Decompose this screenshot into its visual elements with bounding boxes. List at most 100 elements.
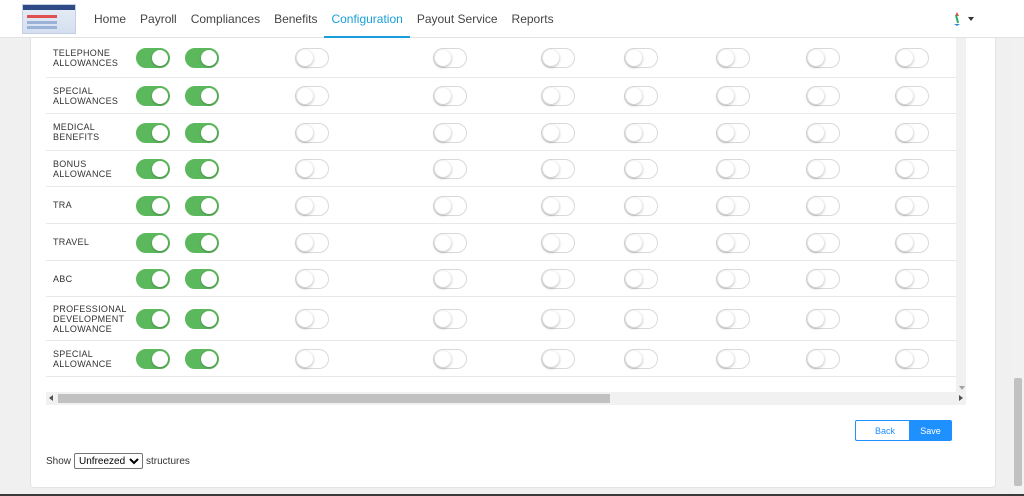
toggle-switch[interactable] xyxy=(716,309,750,329)
toggle-switch[interactable] xyxy=(541,159,575,179)
toggle-switch[interactable] xyxy=(295,309,329,329)
nav-item-compliances[interactable]: Compliances xyxy=(184,0,267,38)
toggle-switch[interactable] xyxy=(185,48,219,68)
toggle-switch[interactable] xyxy=(433,123,467,143)
toggle-switch[interactable] xyxy=(136,269,170,289)
company-logo[interactable] xyxy=(22,4,76,34)
nav-item-payroll[interactable]: Payroll xyxy=(133,0,184,38)
toggle-switch[interactable] xyxy=(895,123,929,143)
toggle-switch[interactable] xyxy=(136,48,170,68)
toggle-switch[interactable] xyxy=(895,233,929,253)
toggle-switch[interactable] xyxy=(433,309,467,329)
toggle-switch[interactable] xyxy=(433,86,467,106)
back-button[interactable]: Back xyxy=(855,420,915,441)
toggle-switch[interactable] xyxy=(716,233,750,253)
toggle-switch[interactable] xyxy=(433,349,467,369)
toggle-switch[interactable] xyxy=(716,196,750,216)
toggle-switch[interactable] xyxy=(895,349,929,369)
toggle-switch[interactable] xyxy=(433,48,467,68)
toggle-switch[interactable] xyxy=(136,349,170,369)
toggle-switch[interactable] xyxy=(806,123,840,143)
toggle-switch[interactable] xyxy=(185,123,219,143)
toggle-switch[interactable] xyxy=(895,159,929,179)
table-horizontal-scrollbar[interactable] xyxy=(46,392,966,405)
toggle-switch[interactable] xyxy=(185,196,219,216)
toggle-switch[interactable] xyxy=(895,309,929,329)
toggle-switch[interactable] xyxy=(295,86,329,106)
toggle-switch[interactable] xyxy=(895,86,929,106)
toggle-switch[interactable] xyxy=(295,123,329,143)
table-vertical-scrollbar[interactable] xyxy=(956,38,966,393)
toggle-switch[interactable] xyxy=(295,269,329,289)
scroll-left-arrow-icon[interactable] xyxy=(49,395,53,401)
toggle-switch[interactable] xyxy=(806,269,840,289)
toggle-switch[interactable] xyxy=(895,269,929,289)
nav-item-payout-service[interactable]: Payout Service xyxy=(410,0,505,38)
structure-filter-select[interactable]: Unfreezed xyxy=(74,453,144,469)
toggle-switch[interactable] xyxy=(716,86,750,106)
toggle-switch[interactable] xyxy=(716,48,750,68)
toggle-switch[interactable] xyxy=(624,349,658,369)
toggle-switch[interactable] xyxy=(136,196,170,216)
toggle-switch[interactable] xyxy=(136,159,170,179)
page-vertical-scrollbar[interactable] xyxy=(1012,38,1024,496)
toggle-switch[interactable] xyxy=(806,159,840,179)
toggle-switch[interactable] xyxy=(716,123,750,143)
toggle-switch[interactable] xyxy=(624,48,658,68)
toggle-switch[interactable] xyxy=(136,86,170,106)
horizontal-scroll-thumb[interactable] xyxy=(58,394,610,403)
toggle-switch[interactable] xyxy=(624,233,658,253)
toggle-switch[interactable] xyxy=(433,269,467,289)
user-logo-icon[interactable] xyxy=(952,12,962,26)
toggle-switch[interactable] xyxy=(185,159,219,179)
toggle-switch[interactable] xyxy=(716,159,750,179)
toggle-switch[interactable] xyxy=(185,269,219,289)
toggle-switch[interactable] xyxy=(136,123,170,143)
save-button[interactable]: Save xyxy=(909,420,952,441)
toggle-switch[interactable] xyxy=(541,269,575,289)
nav-item-benefits[interactable]: Benefits xyxy=(267,0,324,38)
toggle-switch[interactable] xyxy=(295,196,329,216)
toggle-switch[interactable] xyxy=(433,159,467,179)
toggle-switch[interactable] xyxy=(185,233,219,253)
toggle-switch[interactable] xyxy=(624,309,658,329)
toggle-switch[interactable] xyxy=(295,48,329,68)
toggle-switch[interactable] xyxy=(136,309,170,329)
toggle-switch[interactable] xyxy=(624,123,658,143)
toggle-switch[interactable] xyxy=(541,233,575,253)
toggle-switch[interactable] xyxy=(541,349,575,369)
toggle-switch[interactable] xyxy=(806,349,840,369)
toggle-switch[interactable] xyxy=(185,349,219,369)
toggle-switch[interactable] xyxy=(185,86,219,106)
toggle-switch[interactable] xyxy=(295,159,329,179)
toggle-switch[interactable] xyxy=(716,349,750,369)
toggle-switch[interactable] xyxy=(716,269,750,289)
toggle-switch[interactable] xyxy=(624,196,658,216)
nav-item-home[interactable]: Home xyxy=(94,0,133,38)
scroll-down-arrow-icon[interactable] xyxy=(959,386,965,390)
toggle-switch[interactable] xyxy=(541,48,575,68)
toggle-switch[interactable] xyxy=(895,196,929,216)
nav-item-reports[interactable]: Reports xyxy=(505,0,561,38)
toggle-switch[interactable] xyxy=(433,196,467,216)
toggle-switch[interactable] xyxy=(624,86,658,106)
toggle-switch[interactable] xyxy=(806,309,840,329)
toggle-switch[interactable] xyxy=(136,233,170,253)
toggle-switch[interactable] xyxy=(624,159,658,179)
toggle-switch[interactable] xyxy=(624,269,658,289)
toggle-switch[interactable] xyxy=(295,349,329,369)
toggle-switch[interactable] xyxy=(806,233,840,253)
toggle-switch[interactable] xyxy=(806,86,840,106)
toggle-switch[interactable] xyxy=(295,233,329,253)
toggle-switch[interactable] xyxy=(433,233,467,253)
toggle-switch[interactable] xyxy=(806,196,840,216)
toggle-switch[interactable] xyxy=(806,48,840,68)
caret-down-icon[interactable] xyxy=(968,17,974,21)
nav-item-configuration[interactable]: Configuration xyxy=(324,0,410,38)
page-scroll-thumb[interactable] xyxy=(1014,378,1022,486)
toggle-switch[interactable] xyxy=(185,309,219,329)
toggle-switch[interactable] xyxy=(541,86,575,106)
toggle-switch[interactable] xyxy=(541,309,575,329)
toggle-switch[interactable] xyxy=(895,48,929,68)
toggle-switch[interactable] xyxy=(541,123,575,143)
